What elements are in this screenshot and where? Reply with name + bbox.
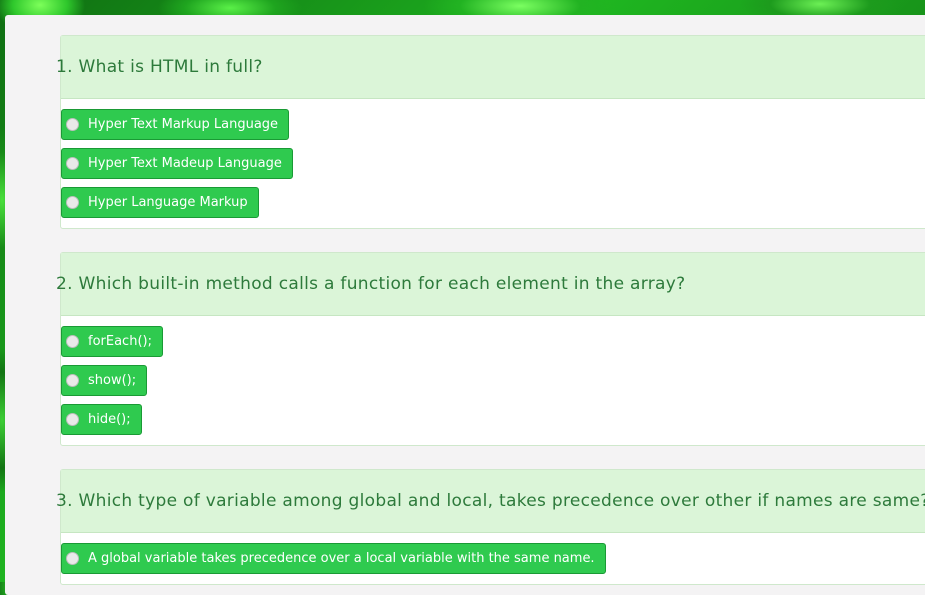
answer-option[interactable]: Hyper Text Markup Language	[61, 109, 290, 140]
radio-button[interactable]	[66, 335, 79, 348]
options-list: Hyper Text Markup Language Hyper Text Ma…	[61, 99, 925, 228]
question-card-1: 1. What is HTML in full? Hyper Text Mark…	[56, 35, 925, 229]
answer-option[interactable]: Hyper Language Markup	[61, 187, 259, 218]
radio-button[interactable]	[66, 413, 79, 426]
option-label: show();	[88, 373, 137, 388]
radio-button[interactable]	[66, 374, 79, 387]
answer-option[interactable]: A global variable takes precedence over …	[61, 543, 606, 574]
option-label: A global variable takes precedence over …	[88, 551, 595, 566]
question-text: 1. What is HTML in full?	[56, 57, 263, 77]
radio-button[interactable]	[66, 552, 79, 565]
question-header: 3. Which type of variable among global a…	[56, 470, 925, 533]
radio-button[interactable]	[66, 157, 79, 170]
option-label: forEach();	[88, 334, 152, 349]
answer-option[interactable]: show();	[61, 365, 148, 396]
option-label: hide();	[88, 412, 131, 427]
answer-option[interactable]: hide();	[61, 404, 142, 435]
question-card-3: 3. Which type of variable among global a…	[56, 469, 925, 585]
option-label: Hyper Text Markup Language	[88, 117, 279, 132]
question-header: 1. What is HTML in full?	[56, 36, 925, 99]
question-text: 2. Which built-in method calls a functio…	[56, 274, 686, 294]
answer-option[interactable]: forEach();	[61, 326, 163, 357]
option-label: Hyper Text Madeup Language	[88, 156, 282, 171]
options-list: forEach(); show(); hide();	[61, 316, 925, 445]
question-text: 3. Which type of variable among global a…	[56, 491, 925, 511]
question-header: 2. Which built-in method calls a functio…	[56, 253, 925, 316]
radio-button[interactable]	[66, 118, 79, 131]
answer-option[interactable]: Hyper Text Madeup Language	[61, 148, 293, 179]
radio-button[interactable]	[66, 196, 79, 209]
option-label: Hyper Language Markup	[88, 195, 248, 210]
question-card-2: 2. Which built-in method calls a functio…	[56, 252, 925, 446]
options-list: A global variable takes precedence over …	[61, 533, 925, 584]
